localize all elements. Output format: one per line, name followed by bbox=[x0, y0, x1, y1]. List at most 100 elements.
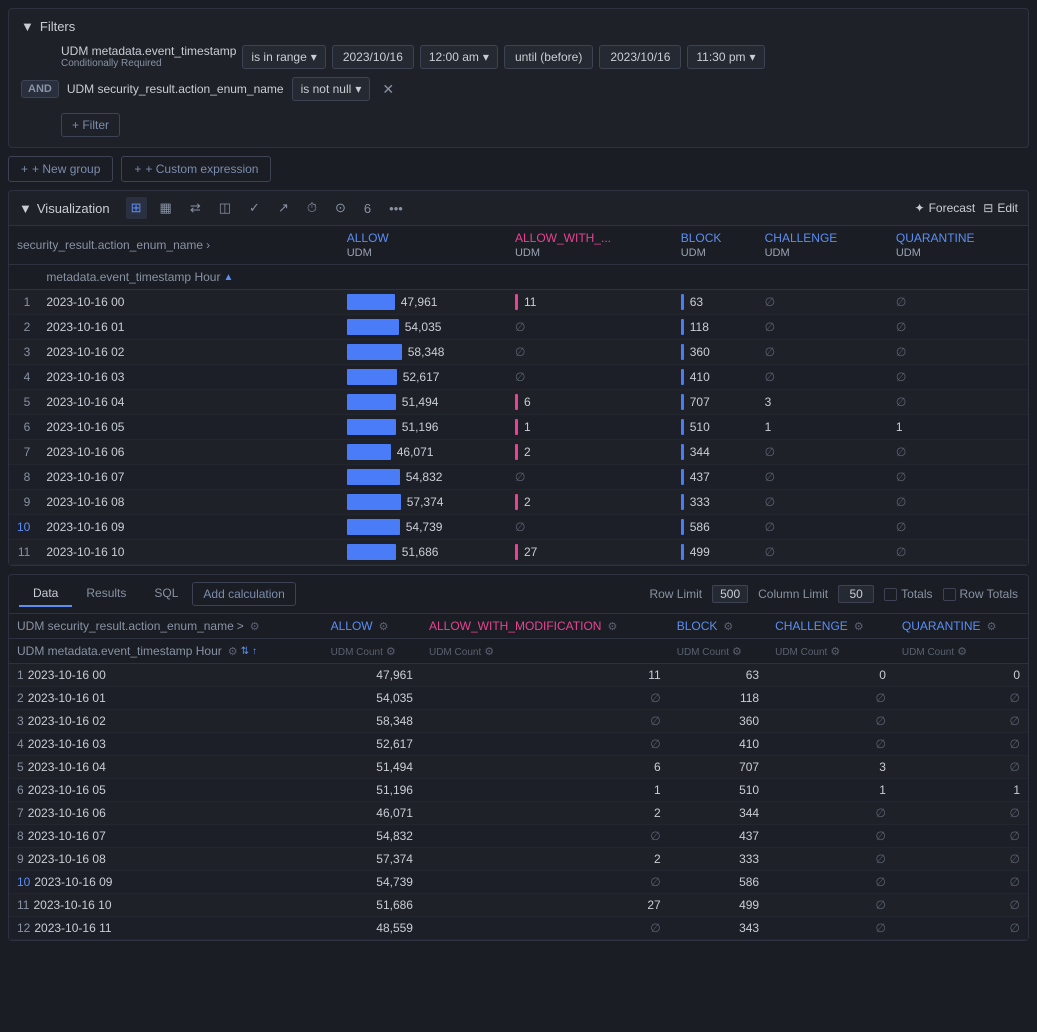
data-th-challenge-sub: UDM Count⚙ bbox=[767, 639, 894, 664]
data-row-ts: 42023-10-16 03 bbox=[9, 733, 323, 756]
row-totals-checkbox-label[interactable]: Row Totals bbox=[943, 587, 1018, 601]
data-th-quarantine-gear[interactable]: ⚙ bbox=[987, 620, 997, 633]
data-row-block: 410 bbox=[669, 733, 767, 756]
viz-row-allow: 54,832 bbox=[339, 465, 507, 490]
row-totals-checkbox[interactable] bbox=[943, 588, 956, 601]
data-row-allow: 51,494 bbox=[323, 756, 421, 779]
viz-row-num: 1 bbox=[9, 290, 38, 315]
totals-label: Totals bbox=[901, 587, 932, 601]
data-th-challenge-gear[interactable]: ⚙ bbox=[854, 620, 864, 633]
col-limit-label: Column Limit bbox=[758, 587, 828, 601]
viz-row-allow: 46,071 bbox=[339, 440, 507, 465]
tab-data[interactable]: Data bbox=[19, 581, 72, 607]
totals-checkbox-label[interactable]: Totals bbox=[884, 587, 932, 601]
viz-table-icon[interactable]: ⊞ bbox=[126, 197, 147, 219]
viz-row-block: 437 bbox=[673, 465, 757, 490]
viz-row-block: 410 bbox=[673, 365, 757, 390]
viz-th-alloww-sub bbox=[507, 265, 673, 290]
filters-header: ▼ Filters bbox=[21, 19, 1016, 34]
viz-row-quarantine: ∅ bbox=[888, 540, 1028, 565]
viz-row-allow-w: ∅ bbox=[507, 515, 673, 540]
data-row-challenge: ∅ bbox=[767, 802, 894, 825]
filter-until-label: until (before) bbox=[504, 45, 593, 69]
add-calculation-button[interactable]: Add calculation bbox=[192, 582, 295, 606]
data-th-ts-gear[interactable]: ⚙ bbox=[228, 645, 238, 658]
viz-clock-icon[interactable]: ⏱ bbox=[302, 197, 322, 219]
viz-row-block: 510 bbox=[673, 415, 757, 440]
viz-chevron: ▼ bbox=[19, 201, 32, 216]
data-row-ts: 52023-10-16 04 bbox=[9, 756, 323, 779]
filter-date-from[interactable]: 2023/10/16 bbox=[332, 45, 414, 69]
filter-operator-range[interactable]: is in range ▾ bbox=[242, 45, 325, 69]
viz-row-challenge: ∅ bbox=[757, 515, 888, 540]
filter-operator-notnull[interactable]: is not null ▾ bbox=[292, 77, 371, 101]
viz-scatter-icon[interactable]: ⇄ bbox=[185, 197, 206, 219]
viz-row-num: 9 bbox=[9, 490, 38, 515]
filter-date-to[interactable]: 2023/10/16 bbox=[599, 45, 681, 69]
viz-row-allow-w: 11 bbox=[507, 290, 673, 315]
and-badge: AND bbox=[21, 80, 59, 98]
viz-row-quarantine: ∅ bbox=[888, 465, 1028, 490]
data-th-allow-w: ALLOW_WITH_MODIFICATION ⚙ bbox=[421, 614, 669, 639]
filters-section: ▼ Filters UDM metadata.event_timestamp C… bbox=[8, 8, 1029, 148]
filter-time-from[interactable]: 12:00 am ▾ bbox=[420, 45, 498, 69]
viz-th-dim: security_result.action_enum_name › bbox=[9, 226, 339, 265]
data-th-ts-sort: ⇅ bbox=[241, 646, 249, 657]
add-filter-button[interactable]: + Filter bbox=[61, 113, 120, 137]
data-th-ts: UDM metadata.event_timestamp Hour ⚙ ⇅ ↑ bbox=[9, 639, 323, 664]
data-row-allow: 52,617 bbox=[323, 733, 421, 756]
viz-row-ts: 2023-10-16 00 bbox=[38, 290, 338, 315]
viz-map-icon[interactable]: ⊙ bbox=[330, 197, 351, 219]
viz-row-quarantine: ∅ bbox=[888, 440, 1028, 465]
data-th-block-gear[interactable]: ⚙ bbox=[723, 620, 733, 633]
totals-checkbox[interactable] bbox=[884, 588, 897, 601]
tab-sql[interactable]: SQL bbox=[140, 581, 192, 607]
data-row-allow: 51,196 bbox=[323, 779, 421, 802]
filters-title: Filters bbox=[40, 19, 75, 34]
viz-row-allow-w: 2 bbox=[507, 490, 673, 515]
data-row-block: 437 bbox=[669, 825, 767, 848]
viz-row-challenge: ∅ bbox=[757, 490, 888, 515]
data-th-dim-gear[interactable]: ⚙ bbox=[250, 620, 260, 633]
viz-row-quarantine: ∅ bbox=[888, 490, 1028, 515]
viz-row-allow-w: 1 bbox=[507, 415, 673, 440]
data-row-allow-w: ∅ bbox=[421, 825, 669, 848]
forecast-button[interactable]: ✦ Forecast bbox=[915, 201, 976, 215]
filter-time-to[interactable]: 11:30 pm ▾ bbox=[687, 45, 764, 69]
data-row-allow: 54,739 bbox=[323, 871, 421, 894]
data-row-challenge: ∅ bbox=[767, 825, 894, 848]
new-group-button[interactable]: + + New group bbox=[8, 156, 113, 182]
viz-row-allow-w: 6 bbox=[507, 390, 673, 415]
viz-label: Visualization bbox=[37, 201, 110, 216]
data-row-ts: 92023-10-16 08 bbox=[9, 848, 323, 871]
add-filter-container: + Filter bbox=[21, 109, 1016, 137]
data-th-allow: ALLOW ⚙ bbox=[323, 614, 421, 639]
viz-area-icon[interactable]: ◫ bbox=[214, 197, 236, 219]
filter-close-button[interactable]: ✕ bbox=[378, 79, 398, 100]
viz-row-allow-w: 2 bbox=[507, 440, 673, 465]
tab-results[interactable]: Results bbox=[72, 581, 140, 607]
custom-expression-button[interactable]: + + Custom expression bbox=[121, 156, 271, 182]
viz-row-block: 707 bbox=[673, 390, 757, 415]
viz-table: security_result.action_enum_name › ALLOW… bbox=[9, 226, 1028, 565]
row-limit-value[interactable]: 500 bbox=[712, 585, 748, 603]
data-row-allow-w: ∅ bbox=[421, 710, 669, 733]
data-th-allow-gear[interactable]: ⚙ bbox=[379, 620, 389, 633]
viz-six-icon[interactable]: 6 bbox=[359, 198, 376, 219]
edit-button[interactable]: ⊟ Edit bbox=[983, 201, 1018, 215]
data-row-allow: 48,559 bbox=[323, 917, 421, 940]
viz-line-icon[interactable]: ↗ bbox=[273, 197, 294, 219]
viz-row-num: 7 bbox=[9, 440, 38, 465]
viz-more-icon[interactable]: ••• bbox=[384, 198, 408, 219]
data-th-alloww-sub: UDM Count⚙ bbox=[421, 639, 669, 664]
viz-row-allow-w: ∅ bbox=[507, 340, 673, 365]
viz-bar-icon[interactable]: ▦ bbox=[155, 197, 177, 219]
viz-check-icon[interactable]: ✓ bbox=[244, 197, 265, 219]
col-limit-value[interactable]: 50 bbox=[838, 585, 874, 603]
viz-th-block-sub bbox=[673, 265, 757, 290]
viz-row-block: 360 bbox=[673, 340, 757, 365]
data-th-allow-sub: UDM Count⚙ bbox=[323, 639, 421, 664]
data-th-alloww-gear[interactable]: ⚙ bbox=[607, 620, 617, 633]
data-row-allow-w: 6 bbox=[421, 756, 669, 779]
data-row-quarantine: ∅ bbox=[894, 917, 1028, 940]
